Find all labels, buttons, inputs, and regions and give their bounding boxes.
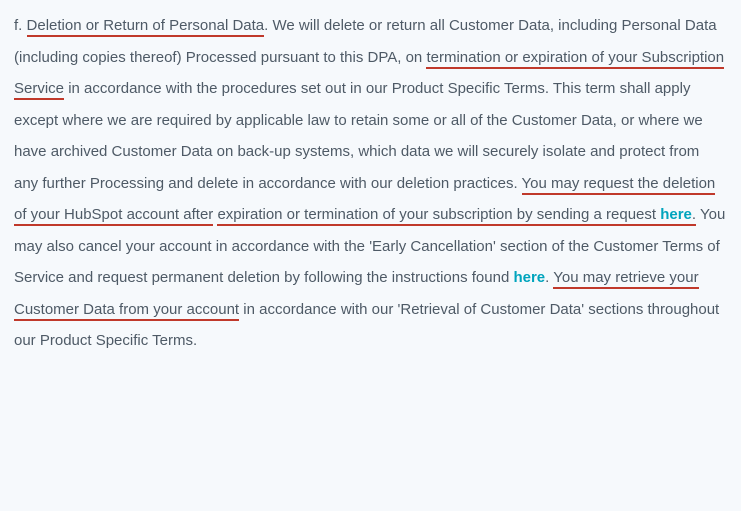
link-instructions-here[interactable]: here — [513, 269, 545, 286]
link-request-deletion-here[interactable]: here — [660, 206, 692, 223]
heading-deletion-return: Deletion or Return of Personal Data — [27, 17, 265, 37]
clause-letter: f. — [14, 17, 27, 34]
dpa-clause-f: f. Deletion or Return of Personal Data. … — [14, 10, 727, 357]
phrase-request-deletion-text: expiration or termination of your subscr… — [217, 206, 660, 223]
phrase-request-deletion-line2: expiration or termination of your subscr… — [217, 206, 696, 226]
